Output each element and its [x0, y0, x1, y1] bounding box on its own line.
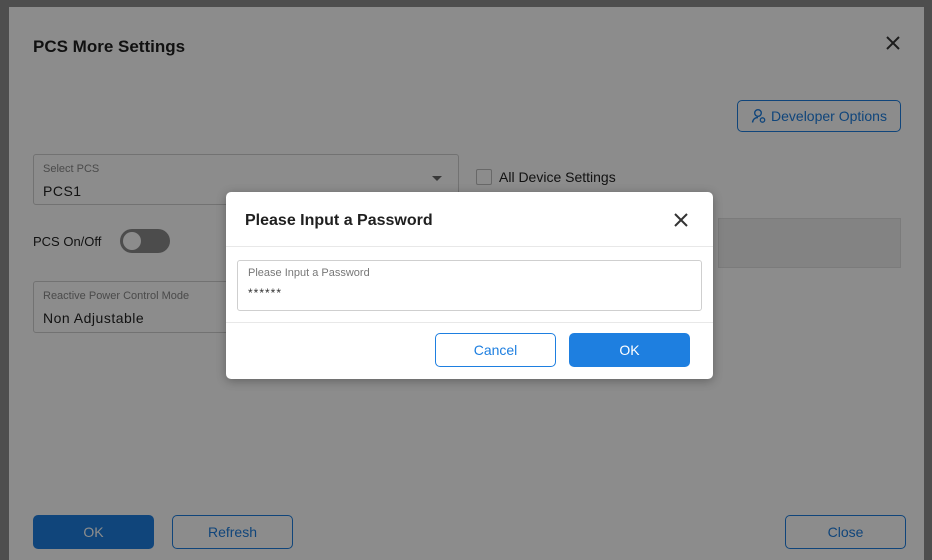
divider	[226, 322, 713, 323]
password-input[interactable]: Please Input a Password ******	[237, 260, 702, 311]
password-value: ******	[248, 286, 283, 300]
close-icon[interactable]	[669, 208, 693, 232]
modal-title: Please Input a Password	[245, 212, 433, 229]
password-modal: Please Input a Password Please Input a P…	[226, 192, 713, 379]
modal-ok-button[interactable]: OK	[569, 333, 690, 367]
divider	[226, 246, 713, 247]
password-label: Please Input a Password	[248, 267, 370, 279]
cancel-button[interactable]: Cancel	[435, 333, 556, 367]
